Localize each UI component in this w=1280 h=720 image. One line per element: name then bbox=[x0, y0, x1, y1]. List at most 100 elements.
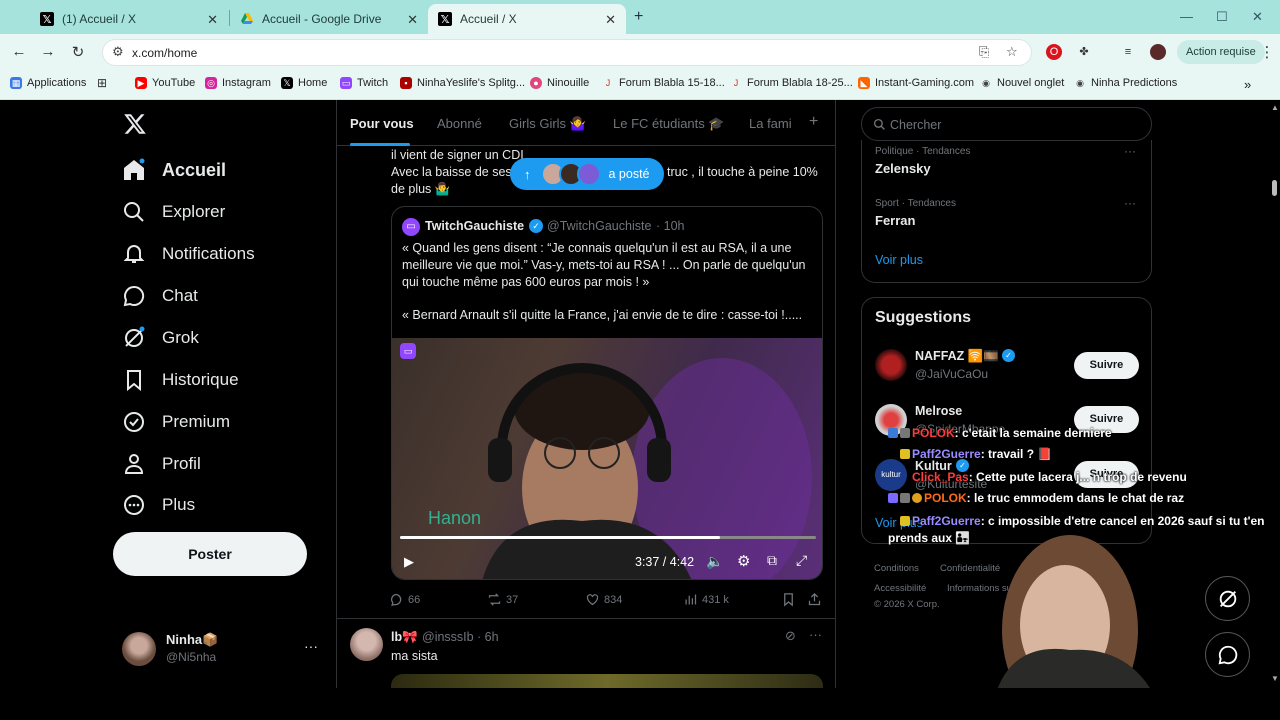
action-required-button[interactable]: Action requise bbox=[1177, 40, 1265, 64]
nav-history[interactable]: Historique bbox=[122, 364, 239, 396]
post-button[interactable]: Poster bbox=[113, 532, 307, 576]
see-more-link[interactable]: Voir plus bbox=[875, 253, 923, 267]
volume-icon[interactable]: 🔈 bbox=[706, 553, 723, 570]
site-info-icon[interactable]: ⚙ bbox=[112, 44, 124, 60]
browser-menu-icon[interactable]: ⋮ bbox=[1258, 43, 1276, 61]
close-window-icon[interactable]: ✕ bbox=[1252, 9, 1263, 25]
post-media[interactable] bbox=[391, 674, 823, 689]
video-progress-track[interactable] bbox=[400, 536, 816, 539]
grok-icon[interactable]: ⊘ bbox=[785, 628, 796, 644]
main-timeline: Pour vous Abonné Girls Girls 🤷‍♀️ Le FC … bbox=[336, 100, 836, 689]
more-horizontal-icon[interactable]: ··· bbox=[1124, 144, 1136, 158]
grok-floating-button[interactable] bbox=[1205, 576, 1250, 621]
account-switcher[interactable]: Ninha📦 @Ni5nha ··· bbox=[122, 632, 322, 672]
suggestion-name[interactable]: NAFFAZ 🛜🎞️ bbox=[915, 349, 999, 364]
share-button[interactable] bbox=[807, 592, 826, 607]
tab-for-you[interactable]: Pour vous bbox=[350, 116, 414, 131]
more-horizontal-icon[interactable]: ··· bbox=[809, 627, 822, 642]
bookmark-star-icon[interactable]: ☆ bbox=[1006, 44, 1018, 60]
like-button[interactable]: 834 bbox=[585, 592, 622, 607]
bookmark-post-button[interactable] bbox=[781, 592, 800, 607]
more-horizontal-icon[interactable]: ··· bbox=[1124, 196, 1136, 210]
picture-in-picture-icon[interactable]: ⧉ bbox=[767, 552, 777, 569]
close-tab-icon[interactable]: ✕ bbox=[605, 12, 616, 28]
bookmark-instagram[interactable]: ◎ Instagram bbox=[205, 77, 271, 89]
trend-item[interactable]: Sport · Tendances Ferran bbox=[875, 198, 956, 228]
opera-extension-icon[interactable]: O bbox=[1046, 44, 1062, 60]
tab-following[interactable]: Abonné bbox=[437, 116, 482, 131]
bookmark-new-tab[interactable]: ◉ Nouvel onglet bbox=[980, 77, 1064, 89]
bookmark-forum-15-18[interactable]: J Forum Blabla 15-18... bbox=[602, 77, 725, 89]
play-icon[interactable]: ▶ bbox=[404, 554, 414, 570]
avatar[interactable] bbox=[875, 349, 907, 381]
quoted-post[interactable]: ▭ TwitchGauchiste ✓ @TwitchGauchiste · 1… bbox=[391, 206, 823, 580]
nav-notifications[interactable]: Notifications bbox=[122, 238, 255, 270]
avatar[interactable] bbox=[350, 628, 383, 661]
messages-floating-button[interactable] bbox=[1205, 632, 1250, 677]
fullscreen-icon[interactable]: ⤢ bbox=[796, 552, 807, 569]
maximize-icon[interactable]: ☐ bbox=[1216, 9, 1228, 25]
new-tab-button[interactable]: + bbox=[634, 8, 643, 26]
new-posts-pill[interactable]: ↑ a posté bbox=[510, 158, 664, 190]
post-author-name[interactable]: lb🎀 bbox=[391, 630, 418, 645]
scroll-down-icon[interactable]: ▼ bbox=[1271, 674, 1279, 683]
nav-chat[interactable]: Chat bbox=[122, 280, 198, 312]
bookmark-ninha-predictions[interactable]: ◉ Ninha Predictions bbox=[1074, 77, 1177, 89]
chat-username: POLOK bbox=[924, 491, 967, 505]
quote-author-name[interactable]: TwitchGauchiste bbox=[425, 219, 524, 233]
bookmark-splitgate[interactable]: ▪ NinhaYeslife's Splitg... bbox=[400, 77, 525, 89]
nav-explore[interactable]: Explorer bbox=[122, 196, 225, 228]
close-tab-icon[interactable]: ✕ bbox=[407, 12, 418, 28]
tab-fc-etudiants[interactable]: Le FC étudiants 🎓 bbox=[613, 116, 725, 132]
reply-button[interactable]: 66 bbox=[389, 592, 420, 607]
reload-icon[interactable]: ↻ bbox=[69, 43, 87, 61]
bookmark-youtube[interactable]: ▶ YouTube bbox=[135, 77, 195, 89]
search-box[interactable]: Chercher bbox=[861, 107, 1152, 141]
suggestion-name[interactable]: Melrose bbox=[915, 404, 962, 418]
repost-button[interactable]: 37 bbox=[487, 592, 518, 607]
browser-tab-drive[interactable]: Accueil - Google Drive ✕ bbox=[230, 4, 428, 34]
arrow-up-icon: ↑ bbox=[524, 166, 531, 182]
media-control-icon[interactable]: ≡ bbox=[1120, 44, 1136, 60]
bookmark-applications[interactable]: ▦ Applications bbox=[10, 77, 86, 89]
bookmark-instant-gaming[interactable]: ◣ Instant-Gaming.com bbox=[858, 77, 974, 89]
bookmark-ninouille[interactable]: ● Ninouille bbox=[530, 77, 589, 89]
browser-tab-x-1[interactable]: 𝕏 (1) Accueil / X ✕ bbox=[30, 4, 228, 34]
scrollbar-thumb[interactable] bbox=[1272, 180, 1277, 196]
share-icon bbox=[808, 592, 821, 606]
nav-more[interactable]: Plus bbox=[122, 489, 195, 521]
nav-grok[interactable]: Grok bbox=[122, 322, 199, 354]
nav-home[interactable]: Accueil bbox=[122, 154, 226, 186]
video-player[interactable]: ▭ Hanon ▶ 3:37 / 4:42 🔈 ⚙ ⧉ ⤢ bbox=[392, 338, 822, 579]
close-tab-icon[interactable]: ✕ bbox=[207, 12, 218, 28]
profile-avatar-icon[interactable] bbox=[1150, 44, 1166, 60]
trend-item[interactable]: Politique · Tendances Zelensky bbox=[875, 146, 970, 176]
views-button[interactable]: 431 k bbox=[683, 592, 729, 607]
nav-premium[interactable]: Premium bbox=[122, 406, 230, 438]
post[interactable]: lb🎀 @insssIb · 6h ⊘ ··· ma sista bbox=[337, 618, 835, 689]
nav-profile[interactable]: Profil bbox=[122, 448, 201, 480]
back-icon[interactable]: ← bbox=[10, 43, 28, 60]
minimize-icon[interactable]: — bbox=[1180, 9, 1193, 24]
more-horizontal-icon[interactable]: ··· bbox=[304, 638, 318, 654]
bookmark-forum-18-25[interactable]: J Forum Blabla 18-25... bbox=[730, 77, 853, 89]
tab-girls-girls[interactable]: Girls Girls 🤷‍♀️ bbox=[509, 116, 586, 132]
page-scrollbar[interactable]: ▲ ▼ bbox=[1268, 100, 1280, 688]
x-logo-icon[interactable] bbox=[122, 112, 148, 141]
forward-icon[interactable]: → bbox=[39, 43, 57, 60]
tab-la-fami[interactable]: La fami bbox=[749, 116, 792, 131]
bookmark-twitch[interactable]: ▭ Twitch bbox=[340, 77, 388, 89]
x-logo-icon: 𝕏 bbox=[40, 12, 54, 26]
follow-button[interactable]: Suivre bbox=[1074, 352, 1139, 379]
scroll-up-icon[interactable]: ▲ bbox=[1271, 103, 1279, 112]
extensions-puzzle-icon[interactable]: ✤ bbox=[1076, 44, 1092, 60]
address-bar[interactable]: ⚙ x.com/home ⎘ ☆ bbox=[102, 39, 1032, 66]
install-app-icon[interactable]: ⎘ bbox=[979, 44, 989, 60]
avatar[interactable]: kultur bbox=[875, 459, 907, 491]
browser-tab-x-active[interactable]: 𝕏 Accueil / X ✕ bbox=[428, 4, 626, 34]
add-tab-icon[interactable]: + bbox=[809, 113, 818, 131]
bookmarks-overflow-icon[interactable]: » bbox=[1244, 77, 1251, 92]
apps-grid-icon[interactable]: ⊞ bbox=[96, 77, 113, 89]
bookmark-home[interactable]: 𝕏 Home bbox=[281, 77, 327, 89]
settings-gear-icon[interactable]: ⚙ bbox=[737, 552, 750, 570]
